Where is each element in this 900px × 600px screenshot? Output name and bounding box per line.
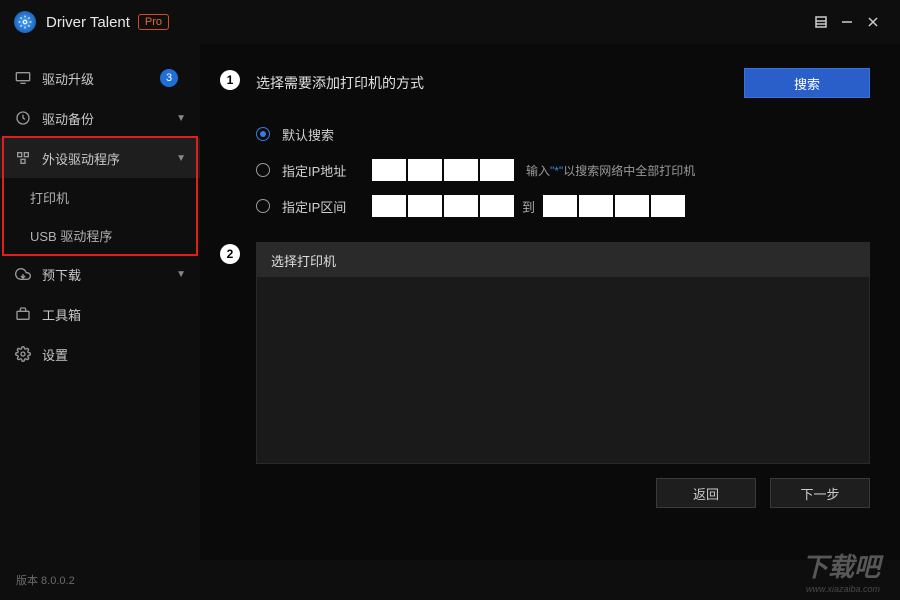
radio-option-ip[interactable]: 指定IP地址 输入"*"以搜索网络中全部打印机 xyxy=(256,152,870,188)
ip-octet-input[interactable] xyxy=(408,159,442,181)
clock-icon xyxy=(14,109,32,127)
radio-label: 指定IP地址 xyxy=(282,161,372,180)
printer-list-panel: 选择打印机 xyxy=(256,242,870,464)
peripheral-icon xyxy=(14,149,32,167)
ip-octet-input[interactable] xyxy=(651,195,685,217)
sidebar-item-peripheral-drivers[interactable]: 外设驱动程序 ▼ xyxy=(0,138,200,178)
sidebar-item-predownload[interactable]: 预下载 ▼ xyxy=(0,254,200,294)
monitor-icon xyxy=(14,69,32,87)
main-panel: 1 选择需要添加打印机的方式 搜索 默认搜索 指定IP地址 xyxy=(200,44,900,560)
radio-option-ip-range[interactable]: 指定IP区间 到 xyxy=(256,188,870,224)
cloud-download-icon xyxy=(14,265,32,283)
search-button[interactable]: 搜索 xyxy=(744,68,870,98)
app-logo-icon xyxy=(14,11,36,33)
sidebar-item-label: 外设驱动程序 xyxy=(42,149,176,168)
range-separator: 到 xyxy=(522,197,535,216)
sidebar-subitem-printer[interactable]: 打印机 xyxy=(0,178,200,216)
chevron-down-icon: ▼ xyxy=(176,113,186,124)
update-count-badge: 3 xyxy=(160,69,178,87)
sidebar-item-driver-update[interactable]: 驱动升级 3 xyxy=(0,58,200,98)
sidebar-item-label: 打印机 xyxy=(30,188,186,207)
ip-octet-input[interactable] xyxy=(444,159,478,181)
step-number-2: 2 xyxy=(220,244,240,264)
chevron-down-icon: ▼ xyxy=(176,269,186,280)
sidebar-item-label: 工具箱 xyxy=(42,305,186,324)
radio-label: 默认搜索 xyxy=(282,125,372,144)
sidebar-item-label: 预下载 xyxy=(42,265,176,284)
app-title: Driver Talent xyxy=(46,14,130,31)
ip-octet-input[interactable] xyxy=(408,195,442,217)
radio-icon xyxy=(256,127,270,141)
ip-hint: 输入"*"以搜索网络中全部打印机 xyxy=(526,162,695,179)
close-icon[interactable] xyxy=(860,9,886,35)
minimize-icon[interactable] xyxy=(834,9,860,35)
ip-range-end-group xyxy=(543,195,685,217)
sidebar-item-label: 驱动升级 xyxy=(42,69,160,88)
ip-octet-input[interactable] xyxy=(615,195,649,217)
back-button[interactable]: 返回 xyxy=(656,478,756,508)
menu-icon[interactable] xyxy=(808,9,834,35)
printer-list-body xyxy=(257,277,869,463)
ip-octet-input[interactable] xyxy=(480,159,514,181)
ip-input-group xyxy=(372,159,514,181)
pro-badge: Pro xyxy=(138,14,169,30)
sidebar: 驱动升级 3 驱动备份 ▼ 外设驱动程序 ▼ 打印机 USB 驱动程序 xyxy=(0,44,200,560)
footer: 版本 8.0.0.2 xyxy=(0,560,900,600)
radio-icon xyxy=(256,199,270,213)
radio-icon xyxy=(256,163,270,177)
ip-octet-input[interactable] xyxy=(579,195,613,217)
chevron-down-icon: ▼ xyxy=(176,153,186,164)
ip-octet-input[interactable] xyxy=(480,195,514,217)
ip-octet-input[interactable] xyxy=(543,195,577,217)
next-button[interactable]: 下一步 xyxy=(770,478,870,508)
ip-octet-input[interactable] xyxy=(444,195,478,217)
sidebar-item-toolbox[interactable]: 工具箱 xyxy=(0,294,200,334)
sidebar-item-label: 驱动备份 xyxy=(42,109,176,128)
sidebar-item-label: USB 驱动程序 xyxy=(30,226,186,245)
titlebar: Driver Talent Pro xyxy=(0,0,900,44)
ip-octet-input[interactable] xyxy=(372,195,406,217)
radio-label: 指定IP区间 xyxy=(282,197,372,216)
step-number-1: 1 xyxy=(220,70,240,90)
toolbox-icon xyxy=(14,305,32,323)
radio-option-default[interactable]: 默认搜索 xyxy=(256,116,870,152)
sidebar-subitem-usb-drivers[interactable]: USB 驱动程序 xyxy=(0,216,200,254)
version-label: 版本 8.0.0.2 xyxy=(16,572,75,588)
sidebar-item-label: 设置 xyxy=(42,345,186,364)
ip-range-start-group xyxy=(372,195,514,217)
sidebar-item-driver-backup[interactable]: 驱动备份 ▼ xyxy=(0,98,200,138)
step1-title: 选择需要添加打印机的方式 xyxy=(256,73,744,93)
gear-icon xyxy=(14,345,32,363)
sidebar-item-settings[interactable]: 设置 xyxy=(0,334,200,374)
ip-octet-input[interactable] xyxy=(372,159,406,181)
printer-list-header: 选择打印机 xyxy=(257,243,869,277)
